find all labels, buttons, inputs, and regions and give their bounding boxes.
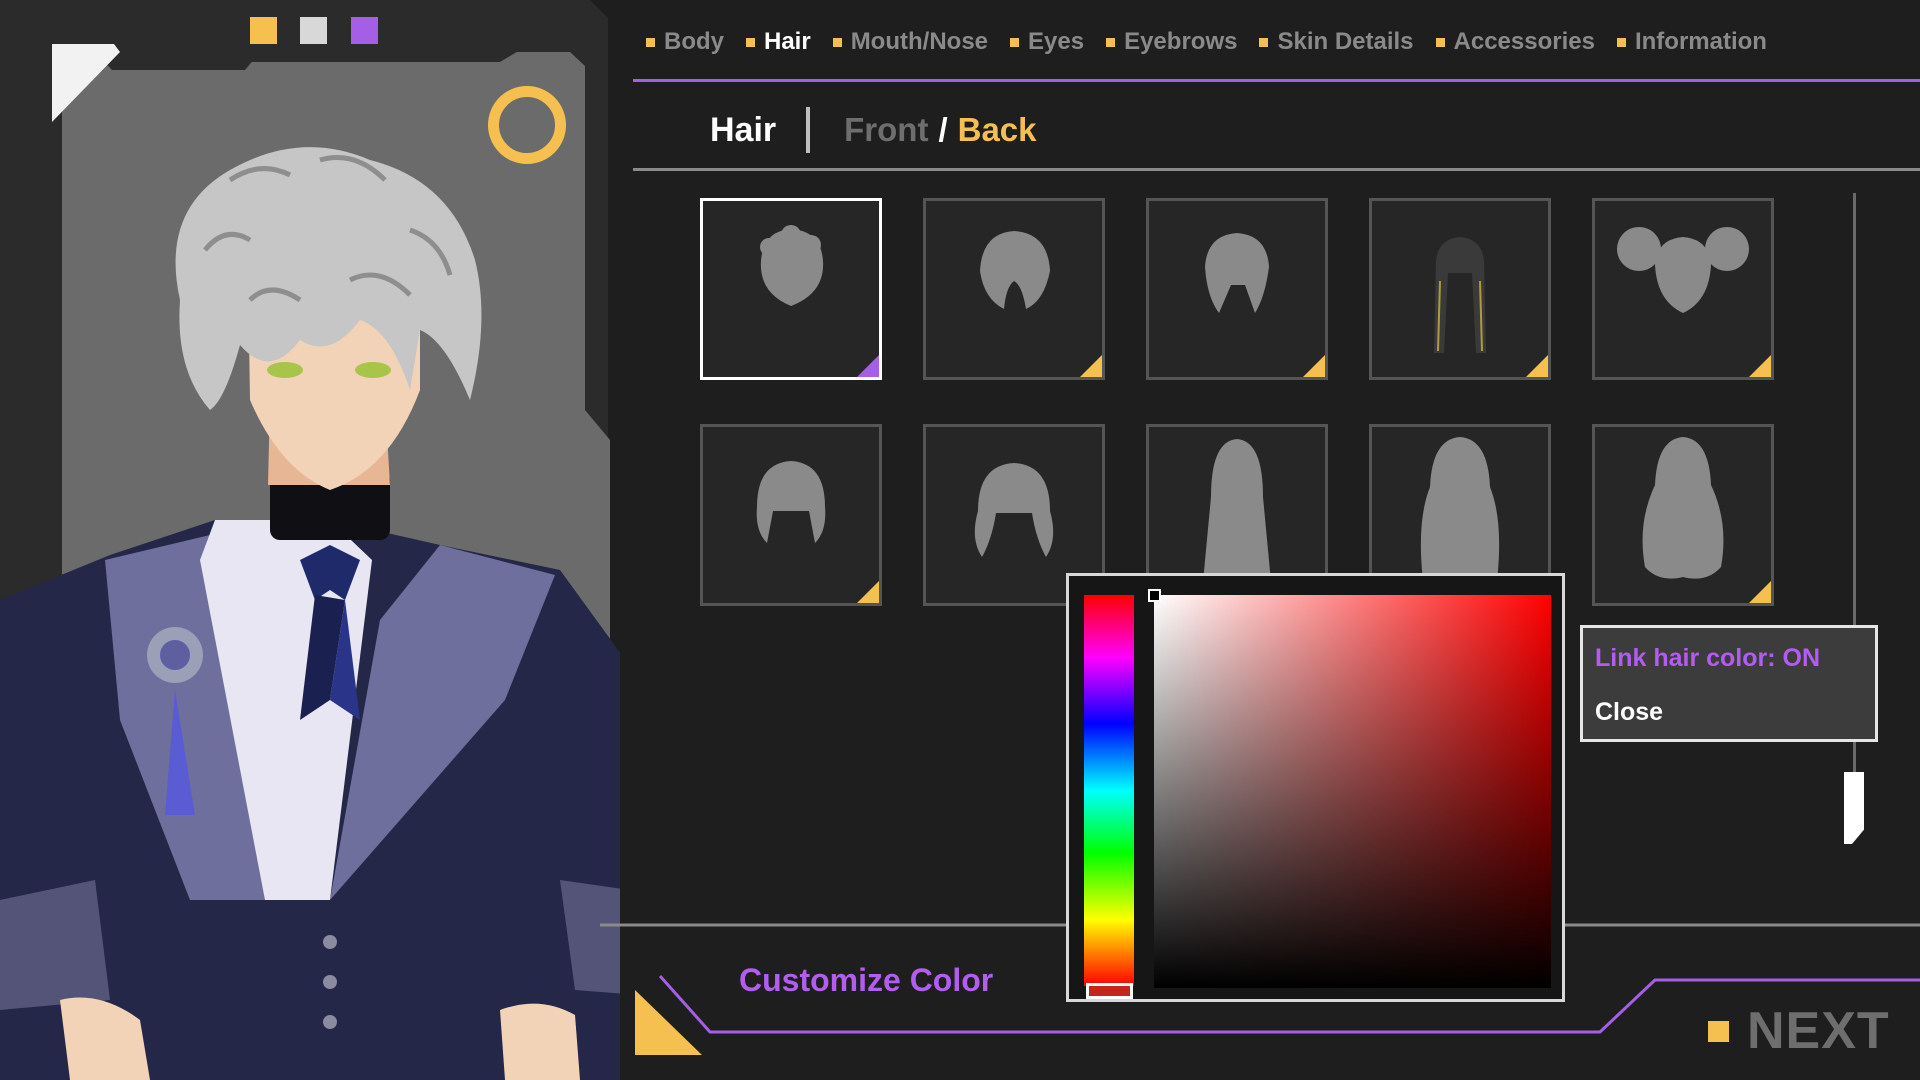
front-tab[interactable]: Front bbox=[844, 111, 928, 149]
back-tab[interactable]: Back bbox=[958, 111, 1037, 149]
color-picker-handle[interactable] bbox=[1148, 589, 1161, 602]
bullet-icon bbox=[1259, 37, 1269, 47]
corner-marker bbox=[855, 579, 879, 603]
hair-thumbnail-icon bbox=[1434, 237, 1486, 353]
customize-color-label[interactable]: Customize Color bbox=[739, 962, 993, 999]
nav-item-hair[interactable]: Hair bbox=[746, 22, 811, 62]
next-button[interactable]: NEXT bbox=[1708, 1000, 1890, 1062]
saturation-value-area[interactable] bbox=[1154, 595, 1551, 988]
title-divider bbox=[806, 107, 811, 153]
hair-tile-short-wavy[interactable] bbox=[923, 198, 1105, 380]
nav-label: Mouth/Nose bbox=[850, 28, 989, 55]
hair-tile-long-braids[interactable] bbox=[1369, 198, 1551, 380]
close-menu-button[interactable]: Close bbox=[1595, 698, 1663, 727]
nav-label: Eyes bbox=[1028, 28, 1085, 55]
nav-item-eyebrows[interactable]: Eyebrows bbox=[1106, 22, 1237, 62]
corner-marker bbox=[1078, 353, 1102, 377]
nav-divider bbox=[633, 79, 1920, 82]
nav-item-accessories[interactable]: Accessories bbox=[1435, 22, 1595, 62]
nav-label: Hair bbox=[764, 28, 811, 55]
corner-marker bbox=[1747, 579, 1771, 603]
nav-item-eyes[interactable]: Eyes bbox=[1010, 22, 1084, 62]
sub-header-divider bbox=[633, 168, 1920, 171]
hair-thumbnail-icon bbox=[980, 231, 1050, 309]
nav-label: Accessories bbox=[1453, 28, 1595, 55]
color-picker bbox=[1066, 573, 1565, 1002]
character-illustration bbox=[0, 147, 620, 1080]
next-label: NEXT bbox=[1747, 1002, 1890, 1060]
hair-color-context-menu: Link hair color: ON Close bbox=[1580, 625, 1878, 742]
scrollbar-thumb[interactable] bbox=[1844, 772, 1864, 844]
bullet-icon bbox=[832, 37, 842, 47]
nav-item-body[interactable]: Body bbox=[646, 22, 724, 62]
bullet-icon bbox=[1106, 37, 1116, 47]
nav-label: Body bbox=[664, 28, 724, 55]
bullet-icon bbox=[746, 37, 755, 47]
hue-slider-handle[interactable] bbox=[1086, 983, 1133, 999]
nav-label: Skin Details bbox=[1277, 28, 1414, 55]
hue-slider[interactable] bbox=[1084, 595, 1134, 986]
bullet-icon bbox=[1616, 37, 1626, 47]
hair-thumbnail-icon bbox=[1617, 227, 1749, 313]
nav-item-skin-details[interactable]: Skin Details bbox=[1259, 22, 1414, 62]
corner-marker bbox=[1524, 353, 1548, 377]
hair-tile-long-wavy[interactable] bbox=[1592, 424, 1774, 606]
hair-tile-short-straight[interactable] bbox=[1146, 198, 1328, 380]
corner-marker bbox=[1301, 353, 1325, 377]
hair-thumbnail-icon bbox=[756, 461, 826, 543]
nav-label: Eyebrows bbox=[1124, 28, 1238, 55]
bullet-icon bbox=[1708, 1020, 1729, 1042]
hair-sub-header: Hair Front / Back bbox=[710, 102, 1037, 158]
hair-tile-short-curly[interactable] bbox=[700, 198, 882, 380]
nav-item-mouth-nose[interactable]: Mouth/Nose bbox=[832, 22, 989, 62]
section-title: Hair bbox=[710, 110, 777, 149]
view-separator: / bbox=[938, 111, 948, 148]
hair-tile-bob[interactable] bbox=[700, 424, 882, 606]
category-nav: Body Hair Mouth/Nose Eyes Eyebrows Skin … bbox=[646, 22, 1789, 62]
hair-thumbnail-icon bbox=[1642, 437, 1724, 579]
bullet-icon bbox=[1010, 37, 1020, 47]
bullet-icon bbox=[646, 37, 655, 47]
nav-item-information[interactable]: Information bbox=[1616, 22, 1767, 62]
hair-thumbnail-icon bbox=[760, 225, 824, 306]
link-hair-color-toggle[interactable]: Link hair color: ON bbox=[1595, 644, 1820, 673]
corner-marker bbox=[1747, 353, 1771, 377]
nav-label: Information bbox=[1634, 28, 1767, 55]
bullet-icon bbox=[1435, 37, 1445, 47]
hair-tile-twin-curly-buns[interactable] bbox=[1592, 198, 1774, 380]
corner-marker bbox=[855, 353, 879, 377]
character-preview-panel bbox=[0, 0, 620, 1080]
hair-thumbnail-icon bbox=[1205, 233, 1269, 313]
